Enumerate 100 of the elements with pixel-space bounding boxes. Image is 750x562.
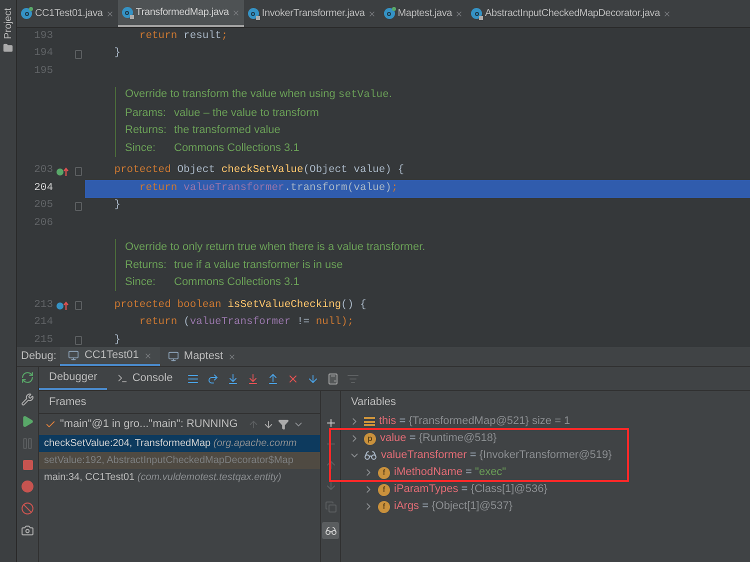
doc-text: Commons Collections 3.1 [174, 140, 300, 156]
variable-entry[interactable]: value = {Runtime@518} [380, 430, 497, 447]
field-icon: f [378, 466, 390, 478]
force-step-into-icon[interactable] [246, 372, 259, 384]
monitor-icon [168, 351, 179, 362]
tab-label: Maptest.java [398, 7, 452, 21]
debugger-subtab[interactable]: Debugger [39, 367, 108, 390]
stack-frame[interactable]: main:34, CC1Test01 (com.vuldemotest.testqax.entity) [39, 469, 320, 486]
folder-icon [3, 43, 13, 54]
list-icon [364, 417, 375, 426]
variable-entry[interactable]: this = {TransformedMap@521} size = 1 [379, 413, 570, 430]
project-tool-tab[interactable]: Project [0, 8, 16, 40]
fold-marker-icon[interactable] [74, 336, 82, 346]
copy-icon[interactable] [324, 501, 336, 513]
doc-label: Since: [125, 275, 157, 290]
class-runnable-icon [21, 8, 32, 19]
debug-label: Debug: [20, 349, 58, 364]
debugger-subtab[interactable]: Console [107, 367, 183, 390]
wrench-icon[interactable] [21, 393, 34, 406]
tab-label: CC1Test01 [84, 348, 139, 364]
run-to-cursor-icon[interactable] [306, 372, 319, 384]
arrow-down-icon[interactable] [324, 480, 336, 492]
variable-entry[interactable]: iMethodName = "exec" [394, 464, 506, 481]
arrow-up-icon[interactable] [248, 419, 259, 430]
close-icon[interactable] [368, 10, 376, 18]
class-locked-icon [122, 7, 133, 18]
settings-icon[interactable] [346, 372, 359, 384]
doc-label: Returns: [125, 258, 168, 272]
arrow-up-icon[interactable] [324, 459, 336, 471]
code-line: return (valueTransformer != null); [138, 315, 355, 330]
rerun-icon[interactable] [21, 371, 34, 384]
debug-session-tab[interactable]: Maptest [160, 347, 244, 366]
pause-icon[interactable] [21, 437, 34, 450]
field-icon: f [378, 500, 390, 512]
class-locked-icon [471, 8, 482, 19]
field-icon: f [378, 484, 390, 496]
fold-marker-icon[interactable] [74, 50, 82, 59]
variable-entry[interactable]: iArgs = {Object[1]@537} [394, 498, 513, 515]
class-runnable-icon [384, 8, 395, 19]
breakpoints-icon[interactable] [21, 480, 34, 493]
implements-marker-icon[interactable] [56, 166, 68, 176]
tab-label: Maptest [184, 349, 224, 364]
menu-icon[interactable] [186, 372, 199, 384]
glasses-icon [364, 449, 377, 462]
tab-label: CC1Test01.java [35, 7, 103, 21]
class-locked-icon [248, 8, 259, 19]
monitor-icon [68, 350, 80, 361]
doc-text: Commons Collections 3.1 [174, 275, 300, 290]
fold-marker-icon[interactable] [74, 301, 82, 310]
doc-text: true if a value transformer is in use [174, 258, 343, 272]
variable-entry[interactable]: iParamTypes = {Class[1]@536} [394, 481, 548, 498]
step-out-icon[interactable] [266, 372, 279, 384]
tab-label: Console [132, 371, 173, 386]
doc-text: Override to transform the value when using setValue. [125, 87, 392, 104]
editor-tab[interactable]: CC1Test01.java [17, 0, 118, 27]
tab-label: AbstractInputCheckedMapDecorator.java [485, 7, 660, 21]
thread-selector[interactable]: "main"@1 in gro..."main": RUNNING [60, 416, 238, 433]
close-icon[interactable] [232, 8, 240, 16]
close-icon[interactable] [144, 352, 152, 360]
stop-icon[interactable] [22, 459, 34, 471]
doc-text: Override to only return true when there is a value transformer. [125, 240, 426, 255]
variable-entry[interactable]: valueTransformer = {InvokerTransformer@519} [381, 447, 612, 464]
doc-label: Since: [125, 140, 157, 156]
line-number: 204 [33, 180, 53, 196]
debug-session-tab[interactable]: CC1Test01 [60, 347, 160, 366]
doc-text: value – the value to transform [174, 106, 319, 120]
fold-marker-icon[interactable] [74, 202, 82, 211]
editor-tab[interactable]: AbstractInputCheckedMapDecorator.java [467, 0, 675, 27]
parameter-icon: p [364, 432, 376, 444]
resume-icon[interactable] [21, 415, 34, 428]
close-icon[interactable] [455, 10, 464, 18]
step-over-icon[interactable] [206, 372, 219, 384]
tab-label: Debugger [49, 370, 98, 386]
camera-icon[interactable] [21, 524, 34, 537]
close-icon[interactable] [228, 352, 236, 360]
fold-marker-icon[interactable] [74, 166, 82, 176]
doc-label: Params: [125, 106, 167, 120]
stack-frame[interactable]: checkSetValue:204, TransformedMap (org.apache.comm [39, 435, 320, 452]
doc-text: the transformed value [174, 123, 280, 138]
editor-tab[interactable]: Maptest.java [380, 0, 468, 27]
arrow-down-icon[interactable] [262, 419, 274, 430]
overrides-marker-icon[interactable] [56, 301, 68, 310]
code-line: } [113, 198, 122, 214]
watches-toggle[interactable] [322, 522, 339, 539]
code-line: protected Object checkSetValue(Object value) { [113, 163, 406, 178]
check-icon [45, 419, 56, 430]
step-into-icon[interactable] [226, 372, 239, 384]
close-icon[interactable] [662, 10, 671, 18]
mute-breakpoints-icon[interactable] [21, 502, 34, 515]
code-line: protected boolean isSetValueChecking() { [113, 298, 368, 313]
tab-label: InvokerTransformer.java [262, 7, 365, 21]
close-icon[interactable] [106, 10, 114, 18]
editor-tab[interactable]: InvokerTransformer.java [244, 0, 380, 27]
add-icon[interactable] [324, 417, 336, 429]
code-line: return result; [138, 28, 229, 44]
filter-icon[interactable] [278, 419, 289, 430]
drop-frame-icon[interactable] [286, 372, 299, 384]
calculator-icon[interactable] [326, 372, 339, 384]
editor-tab[interactable]: TransformedMap.java [118, 0, 244, 27]
terminal-icon [117, 373, 128, 384]
